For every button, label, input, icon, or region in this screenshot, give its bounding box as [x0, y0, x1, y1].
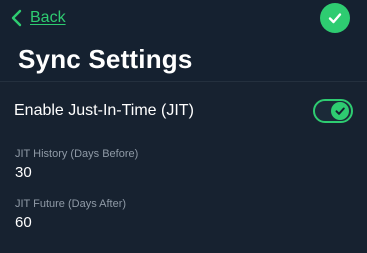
page-title: Sync Settings [18, 44, 193, 74]
checkmark-icon [335, 107, 345, 115]
back-label[interactable]: Back [30, 9, 66, 27]
jit-future-label: JIT Future (Days After) [15, 198, 127, 210]
back-button[interactable]: Back [10, 7, 66, 29]
jit-history-field[interactable]: JIT History (Days Before) 30 [15, 148, 138, 181]
jit-future-value[interactable]: 60 [15, 214, 126, 231]
jit-history-value[interactable]: 30 [15, 164, 138, 181]
jit-toggle-label: Enable Just-In-Time (JIT) [14, 102, 194, 119]
checkmark-icon [328, 13, 342, 24]
confirm-button[interactable] [320, 3, 350, 33]
toggle-knob [331, 102, 349, 120]
header: Back Sync Settings [0, 0, 367, 82]
jit-toggle[interactable] [313, 99, 353, 123]
chevron-left-icon [11, 9, 22, 27]
jit-history-label: JIT History (Days Before) [15, 148, 139, 160]
jit-future-field[interactable]: JIT Future (Days After) 60 [15, 198, 126, 231]
jit-toggle-row: Enable Just-In-Time (JIT) [0, 96, 367, 128]
